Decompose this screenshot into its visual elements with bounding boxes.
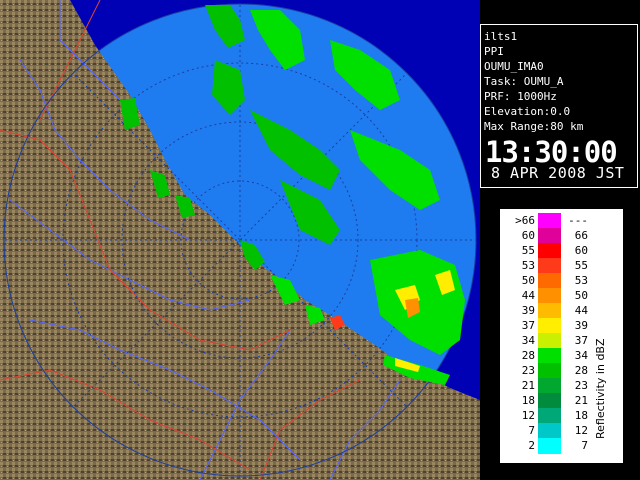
legend-bin-high: 34 bbox=[574, 349, 588, 362]
legend-bin-low: 18 bbox=[521, 394, 535, 407]
legend-color-swatch bbox=[538, 378, 561, 394]
legend-bin-low: 39 bbox=[521, 304, 535, 317]
legend-bin-high: 23 bbox=[574, 379, 588, 392]
radar-ppi-view[interactable] bbox=[0, 0, 480, 480]
legend-bin-low: 21 bbox=[521, 379, 535, 392]
legend-color-swatch bbox=[538, 258, 561, 274]
legend-color-swatch bbox=[538, 303, 561, 319]
legend-bin-high: 50 bbox=[574, 289, 588, 302]
radar-map bbox=[0, 0, 480, 480]
legend-color-swatch bbox=[538, 318, 561, 334]
legend-color-swatch bbox=[538, 423, 561, 439]
radar-info-panel: ilts1 PPI OUMU_IMA0 Task: OUMU_A PRF: 10… bbox=[480, 24, 638, 188]
legend-bin-low: 44 bbox=[521, 289, 535, 302]
legend-color-swatch bbox=[538, 243, 561, 259]
legend-bin-high: 18 bbox=[574, 409, 588, 422]
legend-color-swatch bbox=[538, 408, 561, 424]
legend-bin-low: 50 bbox=[521, 274, 535, 287]
legend-bin-high: 44 bbox=[574, 304, 588, 317]
legend-bin-high: 39 bbox=[574, 319, 588, 332]
info-task: Task: OUMU_A bbox=[484, 75, 564, 88]
legend-color-swatch bbox=[538, 273, 561, 289]
legend-title: Reflectivity in dBZ bbox=[594, 338, 607, 439]
legend-bin-high: 28 bbox=[574, 364, 588, 377]
legend-color-swatch bbox=[538, 288, 561, 304]
legend-bin-low: 60 bbox=[521, 229, 535, 242]
reflectivity-legend: >66 --- 60 66 55 60 53 55 50 53 44 50 39 44 37 39 34 37 28… bbox=[500, 209, 623, 463]
observation-time: 13:30:00 bbox=[485, 135, 618, 169]
legend-bin-low: 2 bbox=[528, 439, 535, 452]
legend-bin-low: 34 bbox=[521, 334, 535, 347]
legend-color-swatch bbox=[538, 228, 561, 244]
info-image-id: OUMU_IMA0 bbox=[484, 60, 544, 73]
info-product-type: PPI bbox=[484, 45, 504, 58]
info-max-range: Max Range:80 km bbox=[484, 120, 584, 133]
info-site-name: ilts1 bbox=[484, 30, 518, 43]
legend-bin-low: 37 bbox=[521, 319, 535, 332]
legend-color-swatch bbox=[538, 333, 561, 349]
legend-bin-high: 37 bbox=[574, 334, 588, 347]
legend-bin-low: 23 bbox=[521, 364, 535, 377]
legend-color-swatch bbox=[538, 438, 561, 454]
legend-bin-low: 53 bbox=[521, 259, 535, 272]
info-prf: PRF: 1000Hz bbox=[484, 90, 557, 103]
legend-bin-high: 55 bbox=[574, 259, 588, 272]
legend-bin-low: 55 bbox=[521, 244, 535, 257]
legend-bin-low: 28 bbox=[521, 349, 535, 362]
legend-bin-low: 12 bbox=[521, 409, 535, 422]
info-elevation: Elevation:0.0 bbox=[484, 105, 571, 118]
legend-bin-high: 53 bbox=[574, 274, 588, 287]
observation-date: 8 APR 2008 JST bbox=[491, 164, 625, 182]
legend-bin-low: >66 bbox=[515, 214, 535, 227]
legend-color-swatch bbox=[538, 348, 561, 364]
legend-bin-high: --- bbox=[568, 214, 588, 227]
legend-color-swatch bbox=[538, 363, 561, 379]
legend-bin-high: 7 bbox=[581, 439, 588, 452]
legend-bin-high: 60 bbox=[574, 244, 588, 257]
legend-color-swatch bbox=[538, 213, 561, 229]
legend-bin-high: 21 bbox=[574, 394, 588, 407]
legend-bin-high: 12 bbox=[574, 424, 588, 437]
legend-bin-high: 66 bbox=[574, 229, 588, 242]
legend-color-swatch bbox=[538, 393, 561, 409]
legend-bin-low: 7 bbox=[528, 424, 535, 437]
